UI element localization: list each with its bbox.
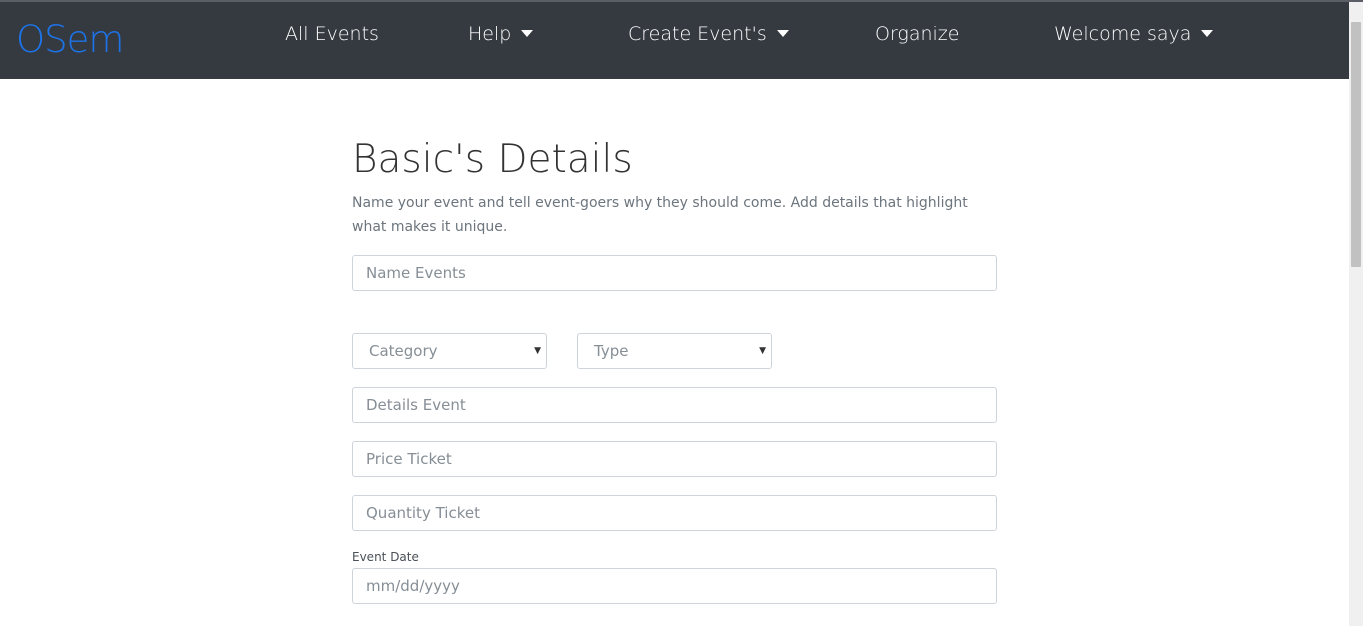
nav-organize-label: Organize [875, 23, 960, 45]
category-select[interactable]: Category ▼ [352, 333, 547, 369]
event-details-input[interactable]: Details Event [352, 387, 997, 423]
select-arrow-icon: ▼ [759, 346, 766, 356]
nav-user-label: Welcome saya [1054, 23, 1192, 45]
event-date-input[interactable]: mm/dd/yyyy [352, 568, 997, 604]
caret-down-icon [521, 30, 534, 37]
ticket-price-placeholder: Price Ticket [366, 450, 452, 468]
nav-all-events-label: All Events [285, 23, 379, 45]
caret-down-icon [776, 30, 789, 37]
ticket-quantity-placeholder: Quantity Ticket [366, 504, 480, 522]
brand-logo[interactable]: OSem [16, 18, 124, 62]
top-navbar: OSem All Events Help Create Event's Orga… [0, 2, 1349, 79]
category-select-value: Category [369, 342, 438, 360]
event-date-label: Event Date [352, 550, 419, 564]
nav-help-label: Help [468, 23, 512, 45]
type-select[interactable]: Type ▼ [577, 333, 772, 369]
nav-create-event-dropdown[interactable]: Create Event's [628, 22, 789, 46]
vertical-scrollbar[interactable] [1349, 2, 1363, 626]
nav-help-dropdown[interactable]: Help [468, 22, 534, 46]
ticket-quantity-input[interactable]: Quantity Ticket [352, 495, 997, 531]
event-name-placeholder: Name Events [366, 264, 466, 282]
caret-down-icon [1201, 30, 1214, 37]
nav-organize[interactable]: Organize [875, 22, 959, 46]
page-title: Basic's Details [352, 137, 633, 182]
event-name-input[interactable]: Name Events [352, 255, 997, 291]
nav-all-events[interactable]: All Events [285, 22, 379, 46]
event-date-placeholder: mm/dd/yyyy [366, 577, 460, 595]
event-details-placeholder: Details Event [366, 396, 466, 414]
page-description: Name your event and tell event-goers why… [352, 195, 968, 235]
nav-user-dropdown[interactable]: Welcome saya [1054, 22, 1214, 46]
ticket-price-input[interactable]: Price Ticket [352, 441, 997, 477]
type-select-value: Type [594, 342, 629, 360]
scrollbar-thumb[interactable] [1351, 22, 1361, 267]
select-arrow-icon: ▼ [534, 346, 541, 356]
nav-create-event-label: Create Event's [628, 23, 767, 45]
